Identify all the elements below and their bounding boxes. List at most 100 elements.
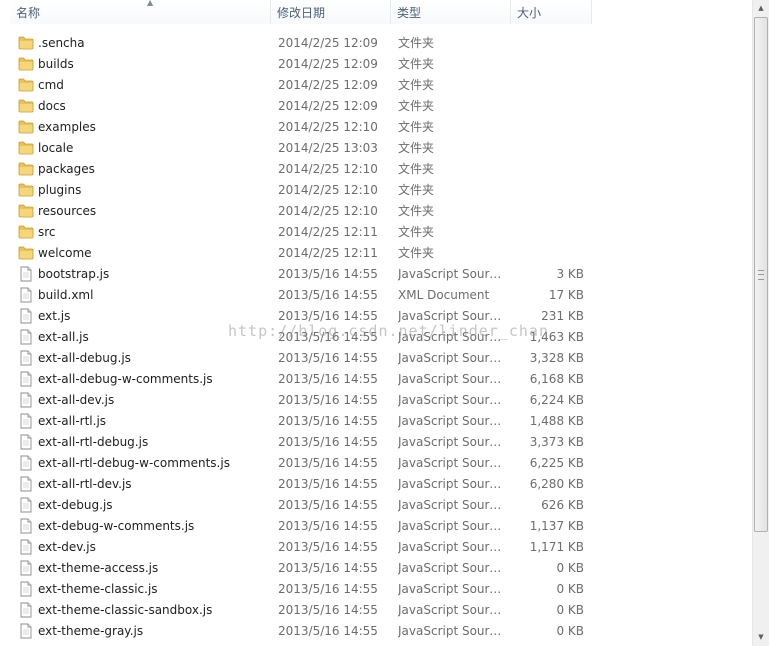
- folder-icon: [18, 119, 34, 135]
- file-row[interactable]: ext-all-dev.js 2013/5/16 14:55 JavaScript …: [0, 390, 752, 411]
- file-row[interactable]: ext-theme-classic-sandbox.js 2013/5/16 14…: [0, 600, 752, 621]
- file-row[interactable]: ext-all-debug.js 2013/5/16 14:55 JavaScrip…: [0, 348, 752, 369]
- file-date: 2014/2/25 12:10: [278, 162, 378, 176]
- folder-icon: [18, 224, 34, 240]
- file-row[interactable]: ext-all.js 2013/5/16 14:55 JavaScript Sour…: [0, 327, 752, 348]
- file-row[interactable]: ext-dev.js 2013/5/16 14:55 JavaScript Sour…: [0, 537, 752, 558]
- column-header-date[interactable]: 修改日期: [271, 0, 391, 24]
- column-header-type[interactable]: 类型: [391, 0, 511, 24]
- file-icon: [18, 602, 34, 618]
- file-size: 626 KB: [541, 498, 584, 512]
- file-name: resources: [38, 204, 97, 218]
- file-name: ext-theme-classic.js: [38, 582, 158, 596]
- file-type: 文件夹: [398, 78, 435, 92]
- scroll-down-arrow-icon[interactable]: ▼: [753, 629, 769, 646]
- file-date: 2013/5/16 14:55: [278, 540, 378, 554]
- scrollbar-thumb[interactable]: [754, 17, 768, 532]
- file-size: 3,373 KB: [529, 435, 584, 449]
- file-type: JavaScript Sourc...: [398, 435, 506, 449]
- file-name: plugins: [38, 183, 82, 197]
- file-row[interactable]: bootstrap.js 2013/5/16 14:55 JavaScript So…: [0, 264, 752, 285]
- file-size: 6,225 KB: [529, 456, 584, 470]
- folder-icon: [18, 203, 34, 219]
- file-row[interactable]: examples 2014/2/25 12:10 文件夹: [0, 117, 752, 138]
- file-date: 2014/2/25 13:03: [278, 141, 378, 155]
- file-type: 文件夹: [398, 162, 435, 176]
- file-type: JavaScript Sourc...: [398, 267, 506, 281]
- file-row[interactable]: ext-all-rtl-debug-w-comments.js 2013/5/16…: [0, 453, 752, 474]
- file-size: 231 KB: [541, 309, 584, 323]
- file-row[interactable]: packages 2014/2/25 12:10 文件夹: [0, 159, 752, 180]
- file-date: 2013/5/16 14:55: [278, 330, 378, 344]
- column-header-type-label: 类型: [397, 6, 422, 20]
- file-row[interactable]: cmd 2014/2/25 12:09 文件夹: [0, 75, 752, 96]
- file-row[interactable]: .sencha 2014/2/25 12:09 文件夹: [0, 33, 752, 54]
- column-header-name[interactable]: 名称 ▲: [10, 0, 271, 24]
- file-row[interactable]: ext-theme-gray.js 2013/5/16 14:55 JavaScri…: [0, 621, 752, 642]
- file-date: 2013/5/16 14:55: [278, 456, 378, 470]
- column-header-size[interactable]: 大小: [511, 0, 592, 24]
- file-row[interactable]: plugins 2014/2/25 12:10 文件夹: [0, 180, 752, 201]
- file-row[interactable]: ext-debug.js 2013/5/16 14:55 JavaScript So…: [0, 495, 752, 516]
- file-type: JavaScript Sourc...: [398, 309, 506, 323]
- file-name: builds: [38, 57, 74, 71]
- file-type: JavaScript Sourc...: [398, 582, 506, 596]
- file-name: ext-theme-classic-sandbox.js: [38, 603, 213, 617]
- file-row[interactable]: ext-all-rtl-dev.js 2013/5/16 14:55 JavaScr…: [0, 474, 752, 495]
- file-row[interactable]: build.xml 2013/5/16 14:55 XML Document 17 K…: [0, 285, 752, 306]
- file-row[interactable]: docs 2014/2/25 12:09 文件夹: [0, 96, 752, 117]
- file-row[interactable]: ext-all-debug-w-comments.js 2013/5/16 14:…: [0, 369, 752, 390]
- file-row[interactable]: resources 2014/2/25 12:10 文件夹: [0, 201, 752, 222]
- file-date: 2013/5/16 14:55: [278, 624, 378, 638]
- folder-icon: [18, 77, 34, 93]
- file-name: welcome: [38, 246, 92, 260]
- folder-icon: [18, 35, 34, 51]
- file-size: 0 KB: [556, 624, 584, 638]
- file-list: .sencha 2014/2/25 12:09 文件夹 builds 2014/2/25…: [0, 33, 752, 642]
- file-icon: [18, 266, 34, 282]
- file-type: 文件夹: [398, 246, 435, 260]
- vertical-scrollbar[interactable]: ▲ ▼: [752, 0, 769, 646]
- file-row[interactable]: ext-theme-access.js 2013/5/16 14:55 JavaSc…: [0, 558, 752, 579]
- file-date: 2014/2/25 12:11: [278, 246, 378, 260]
- file-date: 2014/2/25 12:09: [278, 57, 378, 71]
- file-row[interactable]: welcome 2014/2/25 12:11 文件夹: [0, 243, 752, 264]
- file-size: 3 KB: [556, 267, 584, 281]
- file-icon: [18, 455, 34, 471]
- file-date: 2013/5/16 14:55: [278, 519, 378, 533]
- file-type: JavaScript Sourc...: [398, 456, 506, 470]
- file-name: ext-debug-w-comments.js: [38, 519, 195, 533]
- file-row[interactable]: locale 2014/2/25 13:03 文件夹: [0, 138, 752, 159]
- file-row[interactable]: src 2014/2/25 12:11 文件夹: [0, 222, 752, 243]
- file-icon: [18, 539, 34, 555]
- file-type: JavaScript Sourc...: [398, 603, 506, 617]
- file-type: JavaScript Sourc...: [398, 540, 506, 554]
- scroll-up-arrow-icon[interactable]: ▲: [753, 0, 769, 17]
- file-name: .sencha: [38, 36, 85, 50]
- file-row[interactable]: ext.js 2013/5/16 14:55 JavaScript Sourc...…: [0, 306, 752, 327]
- file-icon: [18, 497, 34, 513]
- file-date: 2013/5/16 14:55: [278, 288, 378, 302]
- folder-icon: [18, 98, 34, 114]
- file-name: ext.js: [38, 309, 71, 323]
- column-header-name-label: 名称: [16, 6, 41, 20]
- file-date: 2014/2/25 12:10: [278, 183, 378, 197]
- column-header-bar: 名称 ▲ 修改日期 类型 大小: [0, 0, 752, 24]
- file-date: 2014/2/25 12:09: [278, 78, 378, 92]
- sort-ascending-icon: ▲: [147, 0, 154, 7]
- file-row[interactable]: ext-debug-w-comments.js 2013/5/16 14:55 Ja…: [0, 516, 752, 537]
- file-row[interactable]: ext-all-rtl-debug.js 2013/5/16 14:55 JavaS…: [0, 432, 752, 453]
- file-row[interactable]: ext-all-rtl.js 2013/5/16 14:55 JavaScript …: [0, 411, 752, 432]
- folder-icon: [18, 56, 34, 72]
- file-type: JavaScript Sourc...: [398, 477, 506, 491]
- folder-icon: [18, 140, 34, 156]
- file-type: JavaScript Sourc...: [398, 372, 506, 386]
- file-name: locale: [38, 141, 74, 155]
- file-size: 0 KB: [556, 561, 584, 575]
- file-size: 1,137 KB: [529, 519, 584, 533]
- file-size: 0 KB: [556, 582, 584, 596]
- file-row[interactable]: builds 2014/2/25 12:09 文件夹: [0, 54, 752, 75]
- file-name: ext-all-rtl-dev.js: [38, 477, 132, 491]
- file-date: 2013/5/16 14:55: [278, 498, 378, 512]
- file-row[interactable]: ext-theme-classic.js 2013/5/16 14:55 JavaS…: [0, 579, 752, 600]
